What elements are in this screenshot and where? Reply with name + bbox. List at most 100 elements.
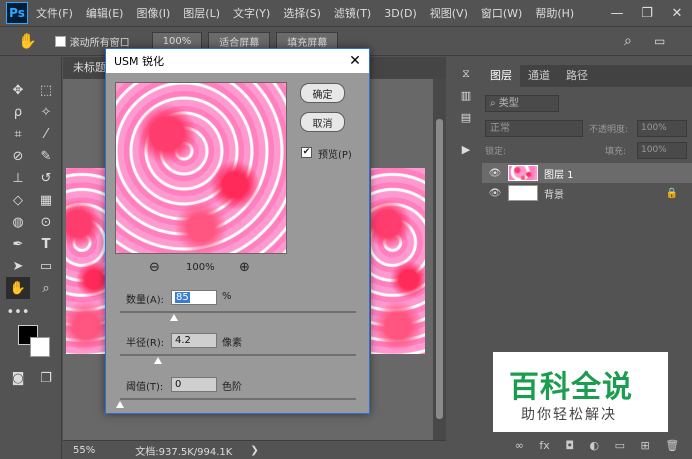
layer-row[interactable]: 👁 背景 🔒 [482, 183, 692, 203]
hand-tool-icon: ✋ [18, 32, 37, 50]
layer-name[interactable]: 图层 1 [544, 166, 574, 181]
preview-label: 预览(P) [318, 150, 352, 161]
menu-edit[interactable]: 编辑(E) [86, 5, 124, 21]
menu-3d[interactable]: 3D(D) [384, 7, 417, 20]
threshold-input[interactable]: 0 [171, 377, 217, 392]
new-layer-icon[interactable]: ⊞ [641, 439, 650, 452]
healing-brush-tool-icon[interactable]: ⊘ [6, 145, 30, 167]
radius-label: 半径(R): [126, 338, 165, 349]
dialog-body: 确定 取消 ✔ 预览(P) ⊖ 100% ⊕ 数量(A): 85 % 半径(R)… [106, 73, 369, 413]
lasso-tool-icon[interactable]: ρ [6, 101, 30, 123]
menu-bar: Ps 文件(F) 编辑(E) 图像(I) 图层(L) 文字(Y) 选择(S) 滤… [0, 0, 692, 26]
amount-unit: % [222, 291, 232, 302]
menu-file[interactable]: 文件(F) [36, 5, 73, 21]
blur-tool-icon[interactable]: ◍ [6, 211, 30, 233]
quick-mask-icon[interactable]: ◙ [6, 367, 30, 389]
eraser-tool-icon[interactable]: ◇ [6, 189, 30, 211]
workspace-icon[interactable]: ▭ [654, 34, 665, 48]
background-color-swatch[interactable] [30, 337, 50, 357]
mask-icon[interactable]: ◘ [565, 439, 574, 452]
menu-filter[interactable]: 滤镜(T) [334, 5, 371, 21]
layer-row[interactable]: 👁 图层 1 [482, 163, 692, 183]
tab-layers[interactable]: 图层 [482, 65, 520, 87]
eye-icon[interactable]: 👁 [482, 188, 508, 199]
screen-mode-icon[interactable]: ❐ [34, 367, 58, 389]
vertical-scrollbar[interactable] [433, 79, 446, 440]
radius-slider-knob[interactable] [153, 357, 162, 364]
scroll-all-checkbox[interactable] [54, 35, 66, 47]
minimize-button[interactable]: — [602, 0, 632, 26]
tab-channels[interactable]: 通道 [520, 65, 558, 87]
search-icon[interactable]: ⌕ [624, 33, 632, 49]
status-arrow-icon[interactable]: ❯ [250, 445, 258, 456]
layer-name[interactable]: 背景 [544, 186, 564, 201]
link-layers-icon[interactable]: ∞ [515, 439, 524, 452]
fill-input[interactable]: 100% [637, 142, 687, 159]
move-tool-icon[interactable]: ✥ [6, 79, 30, 101]
ok-button[interactable]: 确定 [300, 83, 345, 103]
history-brush-tool-icon[interactable]: ↺ [34, 167, 58, 189]
history-panel-icon[interactable]: ⧖ [455, 67, 477, 89]
group-folder-icon[interactable]: ▭ [615, 439, 625, 452]
amount-value: 85 [175, 292, 190, 303]
brush-tool-icon[interactable]: ✎ [34, 145, 58, 167]
watermark-main: 百科全说 [509, 370, 633, 405]
menu-window[interactable]: 窗口(W) [481, 5, 522, 21]
threshold-slider-knob[interactable] [116, 401, 124, 408]
dodge-tool-icon[interactable]: ⊙ [34, 211, 58, 233]
amount-slider-knob[interactable] [170, 314, 179, 321]
layer-thumbnail [508, 185, 538, 201]
lock-icon: 🔒 [665, 187, 678, 199]
opacity-input[interactable]: 100% [637, 120, 687, 137]
more-tools-icon[interactable]: ••• [6, 301, 30, 323]
fx-icon[interactable]: fx [539, 439, 549, 452]
crop-tool-icon[interactable]: ⌗ [6, 123, 30, 145]
preview-checkbox[interactable]: ✔ [301, 147, 312, 158]
rectangle-tool-icon[interactable]: ▭ [34, 255, 58, 277]
properties-panel-icon[interactable]: ▥ [455, 89, 477, 111]
amount-input[interactable]: 85 [171, 290, 217, 305]
radius-input[interactable]: 4.2 [171, 333, 217, 348]
gradient-tool-icon[interactable]: ▦ [34, 189, 58, 211]
zoom-tool-icon[interactable]: ⌕ [34, 277, 58, 299]
menu-layer[interactable]: 图层(L) [183, 5, 220, 21]
search-icon: ⌕ [490, 98, 499, 109]
zoom-level[interactable]: 55% [73, 445, 95, 456]
actions-play-icon[interactable]: ▶ [455, 143, 477, 173]
adjustments-panel-icon[interactable]: ▤ [455, 111, 477, 133]
amount-slider[interactable] [120, 311, 356, 313]
panel-icon-strip: ⧖ ▥ ▤ ▶ [455, 67, 477, 197]
cancel-button[interactable]: 取消 [300, 112, 345, 132]
layer-filter-kind[interactable]: ⌕ 类型 [485, 95, 559, 112]
blend-mode-select[interactable]: 正常 [485, 120, 583, 137]
hand-tool-active-icon[interactable]: ✋ [6, 277, 30, 299]
delete-layer-icon[interactable]: 🗑 [665, 439, 679, 452]
close-icon[interactable]: ✕ [341, 49, 369, 73]
watermark: 百科全说 助你轻松解决 [493, 352, 668, 432]
close-window-button[interactable]: ✕ [662, 0, 692, 26]
eyedropper-tool-icon[interactable]: ⁄ [34, 123, 58, 145]
menu-type[interactable]: 文字(Y) [233, 5, 270, 21]
menu-help[interactable]: 帮助(H) [535, 5, 574, 21]
magic-wand-tool-icon[interactable]: ✧ [34, 101, 58, 123]
radius-slider[interactable] [120, 354, 356, 356]
zoom-in-icon[interactable]: ⊕ [239, 260, 250, 275]
threshold-slider[interactable] [120, 398, 356, 400]
type-tool-icon[interactable]: T [34, 233, 58, 255]
tab-paths[interactable]: 路径 [558, 65, 596, 87]
preview-zoom-level: 100% [186, 262, 215, 273]
path-selection-tool-icon[interactable]: ➤ [6, 255, 30, 277]
zoom-out-icon[interactable]: ⊖ [149, 260, 160, 275]
restore-button[interactable]: ❐ [632, 0, 662, 26]
filter-preview[interactable] [115, 82, 287, 254]
pen-tool-icon[interactable]: ✒ [6, 233, 30, 255]
stamp-tool-icon[interactable]: ⊥ [6, 167, 30, 189]
adjustment-layer-icon[interactable]: ◐ [590, 439, 600, 452]
marquee-tool-icon[interactable]: ⬚ [34, 79, 58, 101]
menu-view[interactable]: 视图(V) [430, 5, 468, 21]
eye-icon[interactable]: 👁 [482, 168, 508, 179]
scrollbar-thumb[interactable] [436, 119, 443, 419]
menu-image[interactable]: 图像(I) [136, 5, 170, 21]
photoshop-logo: Ps [6, 2, 28, 24]
menu-select[interactable]: 选择(S) [283, 5, 321, 21]
